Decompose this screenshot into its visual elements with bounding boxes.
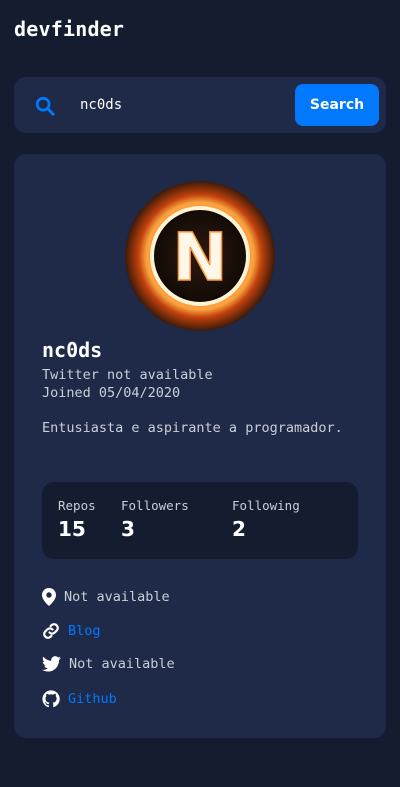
stat-value: 2 (232, 517, 246, 541)
profile-twitter-status: Twitter not available (42, 367, 213, 383)
stat-followers: Followers 3 (121, 498, 189, 541)
avatar: N (125, 181, 275, 331)
github-icon (42, 690, 60, 708)
profile-username: nc0ds (42, 338, 103, 362)
stat-label: Following (232, 498, 300, 513)
app-title: devfinder (14, 17, 125, 41)
blog-row: Blog (42, 622, 101, 640)
link-icon (43, 623, 59, 639)
twitter-text: Not available (69, 656, 175, 672)
profile-joined-date: Joined 05/04/2020 (42, 385, 181, 401)
twitter-row: Not available (42, 656, 175, 672)
github-link[interactable]: Github (68, 691, 117, 707)
search-button[interactable]: Search (295, 84, 379, 126)
blog-link[interactable]: Blog (68, 623, 101, 639)
twitter-icon (42, 656, 61, 672)
stat-label: Followers (121, 498, 189, 513)
github-row: Github (42, 690, 117, 708)
search-bar: Search (14, 77, 386, 133)
stat-repos: Repos 15 (58, 498, 96, 541)
avatar-letter: N (172, 219, 227, 296)
location-text: Not available (64, 589, 170, 605)
stat-value: 15 (58, 517, 86, 541)
stat-following: Following 2 (232, 498, 300, 541)
profile-card: N nc0ds Twitter not available Joined 05/… (14, 154, 386, 738)
stat-label: Repos (58, 498, 96, 513)
search-icon (35, 96, 55, 116)
stat-value: 3 (121, 517, 135, 541)
location-row: Not available (42, 588, 170, 606)
stats-panel: Repos 15 Followers 3 Following 2 (42, 482, 358, 559)
location-pin-icon (42, 588, 56, 606)
profile-bio: Entusiasta e aspirante a programador. (42, 420, 343, 436)
search-input[interactable] (80, 93, 280, 117)
